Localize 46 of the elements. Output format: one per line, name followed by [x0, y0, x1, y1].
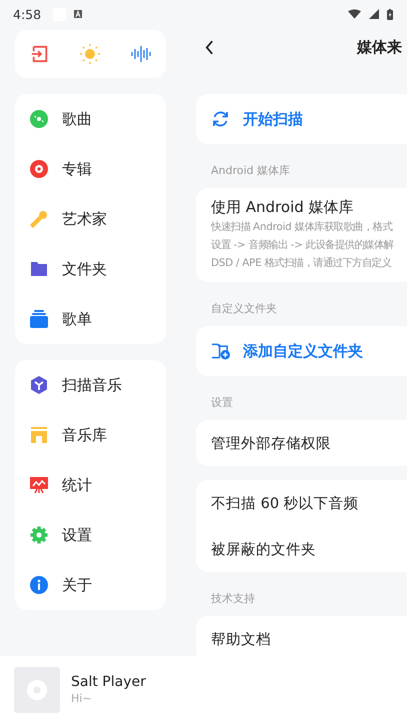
- media-library-option[interactable]: 使用 Android 媒体库 快速扫描 Android 媒体库获取歌曲，格式 设置 -> 音频输出 -> 此设备提供的媒体解 DSD / APE 格式扫描，请通过下方自定义: [196, 188, 407, 282]
- waveform-icon[interactable]: [131, 46, 151, 62]
- record-icon: [30, 160, 48, 178]
- section-heading: Android 媒体库: [210, 163, 292, 179]
- option-title: 使用 Android 媒体库: [211, 197, 355, 218]
- menu-item[interactable]: 关于: [15, 560, 166, 610]
- settings-item[interactable]: 帮助文档: [196, 616, 407, 656]
- stack-icon: [30, 310, 48, 328]
- store-icon: [30, 426, 48, 444]
- menu-item[interactable]: 扫描音乐: [15, 360, 166, 410]
- wifi-icon: [348, 9, 361, 19]
- add-folder-button[interactable]: 添加自定义文件夹: [196, 326, 407, 376]
- folder-add-icon: [211, 342, 230, 360]
- chart-board-icon: [30, 476, 48, 494]
- track-title: Salt Player: [71, 674, 146, 690]
- signal-icon: [369, 9, 379, 19]
- scan-button[interactable]: 开始扫描: [196, 94, 407, 144]
- folder-icon: [30, 260, 48, 278]
- refresh-icon: [211, 110, 230, 128]
- menu-item[interactable]: 歌单: [15, 294, 166, 344]
- section-heading: 设置: [210, 395, 234, 411]
- section-heading: 自定义文件夹: [210, 301, 278, 317]
- menu-item[interactable]: 音乐库: [15, 410, 166, 460]
- settings-item[interactable]: 不扫描 60 秒以下音频: [196, 480, 407, 526]
- section-heading: 技术支持: [210, 591, 256, 607]
- status-time: 4:58: [13, 6, 42, 22]
- settings-item[interactable]: 被屏蔽的文件夹: [196, 526, 407, 572]
- back-icon[interactable]: [205, 40, 214, 54]
- menu-item[interactable]: 艺术家: [15, 194, 166, 244]
- menu-item[interactable]: 设置: [15, 510, 166, 560]
- settings-icon: [30, 526, 48, 544]
- menu-item[interactable]: 歌曲: [15, 94, 166, 144]
- track-subtitle: Hi~: [71, 692, 93, 705]
- info-icon: [30, 576, 48, 594]
- option-description: 快速扫描 Android 媒体库获取歌曲，格式 设置 -> 音频输出 -> 此设备提供的媒体解 DSD / APE 格式扫描，请通过下方自定义: [211, 220, 395, 271]
- disc-icon: [30, 110, 48, 128]
- mini-player[interactable]: Salt Player Hi~: [0, 656, 407, 723]
- page-title: 媒体来: [357, 38, 402, 56]
- battery-icon: [387, 8, 393, 20]
- exit-icon[interactable]: [31, 45, 49, 63]
- microphone-icon: [30, 210, 48, 228]
- settings-item[interactable]: 管理外部存储权限: [196, 420, 407, 466]
- menu-item[interactable]: 统计: [15, 460, 166, 510]
- menu-item[interactable]: 文件夹: [15, 244, 166, 294]
- cube-icon: [30, 376, 48, 394]
- menu-item[interactable]: 专辑: [15, 144, 166, 194]
